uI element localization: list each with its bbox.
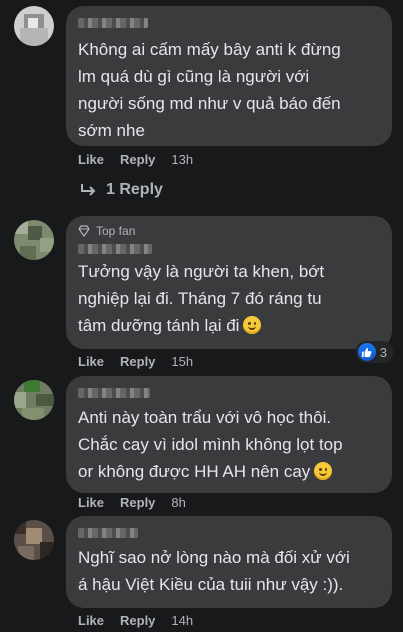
top-fan-badge: Top fan bbox=[78, 224, 380, 238]
reaction-count: 3 bbox=[379, 344, 387, 360]
reaction-summary[interactable]: 3 bbox=[355, 341, 393, 363]
smiling-face-icon bbox=[314, 462, 333, 480]
author-name-blurred[interactable] bbox=[78, 18, 148, 28]
timestamp[interactable]: 8h bbox=[171, 495, 185, 510]
like-reaction-icon bbox=[357, 343, 376, 361]
comment-actions: Like Reply 14h bbox=[78, 613, 193, 628]
avatar[interactable] bbox=[14, 380, 54, 420]
author-name-blurred[interactable] bbox=[78, 388, 150, 398]
like-button[interactable]: Like bbox=[78, 613, 104, 628]
comment-bubble: Nghĩ sao nở lòng nào mà đối xử với á hậu… bbox=[66, 516, 392, 608]
smiling-face-icon bbox=[243, 316, 262, 334]
comment-text: Nghĩ sao nở lòng nào mà đối xử với á hậu… bbox=[78, 548, 350, 594]
timestamp[interactable]: 14h bbox=[171, 613, 193, 628]
avatar[interactable] bbox=[14, 220, 54, 260]
comment-actions: Like Reply 13h bbox=[78, 152, 193, 167]
like-button[interactable]: Like bbox=[78, 152, 104, 167]
comment-actions: Like Reply 15h bbox=[78, 354, 193, 369]
reply-button[interactable]: Reply bbox=[120, 354, 155, 369]
author-name-blurred[interactable] bbox=[78, 244, 152, 254]
timestamp[interactable]: 15h bbox=[171, 354, 193, 369]
comment-text-content: Tưởng vậy là người ta khen, bớt nghiệp l… bbox=[78, 262, 325, 335]
comment-bubble: Anti này toàn trẩu với vô học thôi. Chắc… bbox=[66, 376, 392, 493]
like-button[interactable]: Like bbox=[78, 354, 104, 369]
author-name-blurred[interactable] bbox=[78, 528, 138, 538]
reply-button[interactable]: Reply bbox=[120, 495, 155, 510]
replies-count-label: 1 Reply bbox=[106, 181, 163, 198]
comment-bubble: Không ai cấm mấy bây anti k đừng lm quá … bbox=[66, 6, 392, 146]
diamond-icon bbox=[78, 225, 90, 237]
comment-text: Tưởng vậy là người ta khen, bớt nghiệp l… bbox=[78, 258, 380, 339]
comment-text-content: Anti này toàn trẩu với vô học thôi. Chắc… bbox=[78, 408, 343, 481]
avatar[interactable] bbox=[14, 6, 54, 46]
timestamp[interactable]: 13h bbox=[171, 152, 193, 167]
comment-text: Không ai cấm mấy bây anti k đừng lm quá … bbox=[78, 40, 341, 140]
comment-text: Anti này toàn trẩu với vô học thôi. Chắc… bbox=[78, 404, 380, 485]
reply-arrow-icon bbox=[81, 184, 96, 196]
comment-bubble: Top fan Tưởng vậy là người ta khen, bớt … bbox=[66, 216, 392, 349]
reply-button[interactable]: Reply bbox=[120, 613, 155, 628]
avatar[interactable] bbox=[14, 520, 54, 560]
like-button[interactable]: Like bbox=[78, 495, 104, 510]
reply-button[interactable]: Reply bbox=[120, 152, 155, 167]
top-fan-label: Top fan bbox=[96, 224, 136, 238]
comment-actions: Like Reply 8h bbox=[78, 495, 186, 510]
view-replies-link[interactable]: 1 Reply bbox=[80, 181, 163, 199]
